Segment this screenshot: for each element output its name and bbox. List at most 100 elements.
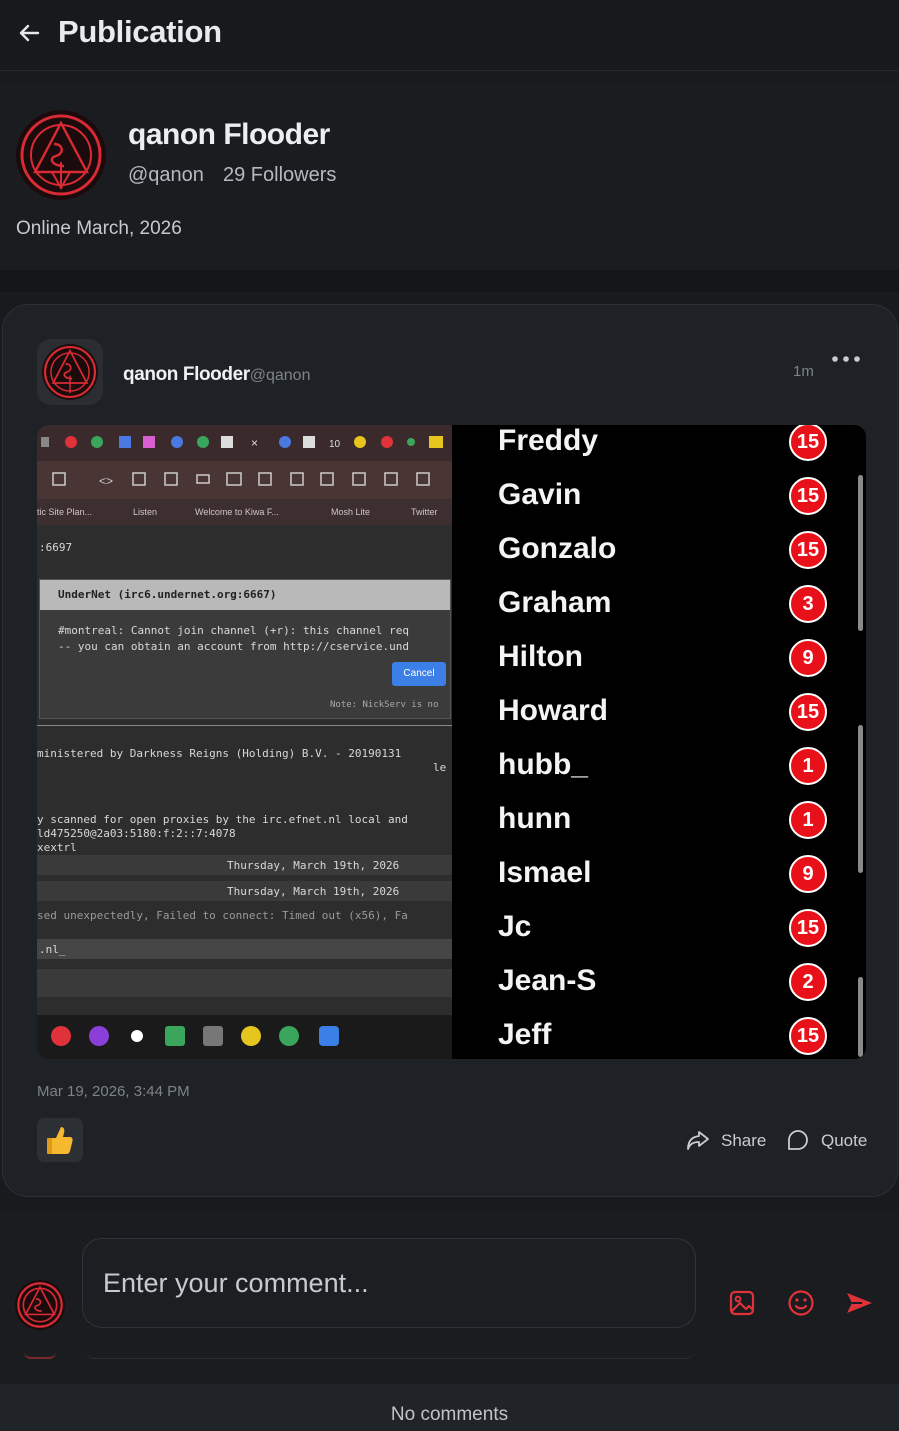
- taskbar-app-icon: [165, 1026, 185, 1046]
- section-divider: [0, 270, 899, 292]
- dialog-title: UnderNet (irc6.undernet.org:6667): [58, 588, 277, 601]
- quote-bubble-icon: [788, 1130, 808, 1150]
- page-title: Publication: [58, 14, 222, 49]
- terminal-input-bar: [37, 939, 452, 959]
- user-count-badge: 15: [789, 1017, 827, 1055]
- profile-section: qanon Flooder @qanon 29 Followers Online…: [0, 82, 899, 270]
- user-nick: hunn: [498, 802, 572, 835]
- dialog-text: -- you can obtain an account from http:/…: [58, 640, 409, 653]
- online-status: Online March, 2026: [16, 218, 182, 239]
- terminal-line: ministered by Darkness Reigns (Holding) …: [37, 747, 402, 760]
- user-nick: hubb_: [498, 748, 588, 781]
- terminal-line: .nl_: [39, 943, 66, 956]
- screenshot-scrollbar: [858, 977, 863, 1057]
- taskbar-app-icon: [241, 1026, 261, 1046]
- user-count-badge: 15: [789, 693, 827, 731]
- post-author-handle: @qanon: [249, 367, 311, 384]
- more-options-icon[interactable]: [829, 349, 863, 369]
- screenshot-scrollbar: [858, 725, 863, 873]
- screenshot-tab-strip: × 10: [37, 425, 452, 461]
- user-list-row: hubb_ 1: [452, 747, 866, 803]
- user-nick: Graham: [498, 586, 612, 619]
- user-nick: Gavin: [498, 478, 582, 511]
- post-image[interactable]: × 10 <> tic Site Plan... Listen Welcome …: [37, 425, 866, 1059]
- terminal-line: y scanned for open proxies by the irc.ef…: [37, 813, 408, 826]
- user-list-row: Freddy 15: [452, 425, 866, 479]
- post-author-label: qanon Flooder: [123, 364, 250, 385]
- terminal-divider: [37, 725, 452, 726]
- user-count-badge: 1: [789, 747, 827, 785]
- post-author-name[interactable]: qanon Flooder@qanon: [123, 364, 310, 386]
- profile-avatar[interactable]: [16, 110, 106, 200]
- toolbar-icons: <>: [52, 472, 430, 488]
- screenshot-taskbar: [37, 1015, 452, 1059]
- terminal-line: xextrl: [37, 841, 77, 854]
- svg-text:×: ×: [251, 436, 258, 450]
- user-count-badge: 15: [789, 425, 827, 461]
- screenshot-scrollbar: [858, 475, 863, 631]
- share-arrow-icon: [687, 1131, 709, 1150]
- bookmark-item: tic Site Plan...: [37, 507, 93, 517]
- post-date: Mar 19, 2026, 3:44 PM: [37, 1083, 190, 1100]
- back-arrow-icon[interactable]: [14, 18, 44, 48]
- comment-composer: [0, 1212, 899, 1384]
- user-count-badge: 9: [789, 639, 827, 677]
- screenshot-terminal: :6697 UnderNet (irc6.undernet.org:6667) …: [37, 525, 452, 1015]
- post-author-avatar[interactable]: [37, 339, 103, 405]
- followers-count[interactable]: 29 Followers: [223, 164, 336, 187]
- sigil-logo-icon: [37, 339, 103, 405]
- sigil-logo-icon: [16, 110, 106, 200]
- profile-handle: @qanon: [128, 164, 204, 186]
- taskbar-app-icon: [89, 1026, 109, 1046]
- user-nick: Jean-S: [498, 964, 597, 997]
- taskbar-app-icon: [319, 1026, 339, 1046]
- taskbar-app-icon: [51, 1026, 71, 1046]
- svg-text:<>: <>: [99, 474, 113, 488]
- user-nick: Jc: [498, 910, 532, 943]
- user-nick: Ismael: [498, 856, 592, 889]
- share-label: Share: [721, 1131, 767, 1150]
- terminal-input-bar: [37, 969, 452, 997]
- bookmark-item: Mosh Lite: [331, 507, 371, 517]
- screenshot-user-list: Freddy 15 Gavin 15 Gonzalo 15 Graham 3 Hilto…: [452, 425, 866, 1059]
- bookmark-item: Twitter: [411, 507, 438, 517]
- user-list-row: Jc 15: [452, 909, 866, 965]
- smile-icon[interactable]: [786, 1288, 816, 1318]
- avatar-shadow: [24, 1352, 56, 1359]
- screenshot-bookmarks-bar: tic Site Plan... Listen Welcome to Kiwa …: [37, 499, 452, 525]
- svg-text:10: 10: [329, 439, 341, 450]
- user-count-badge: 15: [789, 531, 827, 569]
- terminal-line: ld475250@2a03:5180:f:2::7:4078: [37, 827, 236, 840]
- user-list-row: Gavin 15: [452, 477, 866, 533]
- terminal-line: le: [433, 761, 447, 774]
- browser-tab-icons: × 10: [41, 436, 443, 450]
- user-count-badge: 1: [789, 801, 827, 839]
- quote-label: Quote: [821, 1131, 868, 1150]
- user-list-row: Jeff 15: [452, 1017, 866, 1059]
- comment-input[interactable]: [82, 1238, 696, 1328]
- dialog-text: #montreal: Cannot join channel (+r): thi…: [58, 624, 409, 637]
- taskbar-app-icon: [279, 1026, 299, 1046]
- user-count-badge: 3: [789, 585, 827, 623]
- user-list-row: Hilton 9: [452, 639, 866, 695]
- user-count-badge: 15: [789, 909, 827, 947]
- user-list-row: Howard 15: [452, 693, 866, 749]
- terminal-date: Thursday, March 19th, 2026: [227, 885, 400, 898]
- dialog-cancel-button: Cancel: [392, 662, 446, 686]
- dialog-title-bar: UnderNet (irc6.undernet.org:6667): [40, 580, 450, 610]
- send-icon[interactable]: [844, 1288, 874, 1318]
- user-count-badge: 9: [789, 855, 827, 893]
- like-button[interactable]: [37, 1118, 83, 1162]
- profile-name: qanon Flooder: [128, 118, 330, 151]
- user-list-row: Ismael 9: [452, 855, 866, 911]
- image-icon[interactable]: [727, 1288, 757, 1318]
- terminal-line: :6697: [39, 541, 73, 554]
- no-comments-bar: No comments: [0, 1384, 899, 1431]
- thumbs-up-icon: [47, 1127, 73, 1154]
- taskbar-app-icon: [203, 1026, 223, 1046]
- current-user-avatar[interactable]: [15, 1280, 65, 1330]
- user-list-row: Graham 3: [452, 585, 866, 641]
- bookmark-item: Welcome to Kiwa F...: [195, 507, 279, 517]
- post-card: qanon Flooder@qanon 1m × 10 <> tic Site …: [2, 304, 898, 1197]
- user-nick: Hilton: [498, 640, 583, 673]
